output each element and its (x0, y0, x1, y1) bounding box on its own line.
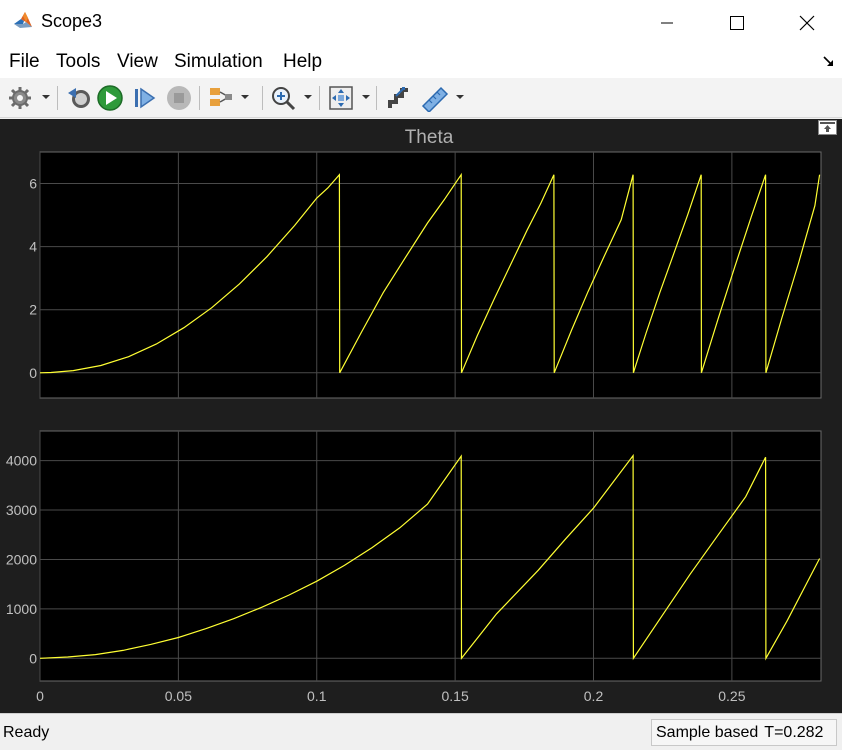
minimize-button[interactable] (632, 0, 702, 45)
step-forward-button[interactable] (132, 84, 158, 112)
menu-view[interactable]: View (117, 51, 158, 73)
step-back-button[interactable] (65, 84, 93, 112)
scope-figure (0, 119, 842, 713)
gear-icon (9, 87, 31, 109)
sample-mode-text: Sample based (656, 723, 759, 741)
fit-to-view-button[interactable] (327, 84, 373, 112)
matlab-icon (14, 12, 32, 28)
maximize-button[interactable] (702, 0, 772, 45)
close-button[interactable] (772, 0, 842, 45)
menu-help[interactable]: Help (283, 51, 322, 73)
sim-time-text: T=0.282 (764, 723, 824, 741)
status-sample-info: Sample based T=0.282 (651, 719, 837, 746)
menu-tools[interactable]: Tools (56, 51, 100, 73)
measure-button[interactable] (420, 84, 466, 112)
toolbar-separator (262, 86, 263, 110)
toolbar-separator (376, 86, 377, 110)
fit-to-view-dropdown-icon[interactable] (362, 95, 370, 99)
minimize-icon (661, 22, 673, 23)
zoom-in-icon (272, 87, 296, 111)
stop-icon (167, 86, 191, 110)
cursor-measure-icon (388, 87, 408, 108)
undock-icon[interactable] (818, 120, 837, 135)
status-text: Ready (3, 724, 50, 741)
toolbar-separator (199, 86, 200, 110)
zoom-button[interactable] (270, 84, 316, 112)
maximize-icon (730, 15, 744, 30)
step-back-icon (68, 88, 90, 108)
menu-file[interactable]: File (9, 51, 40, 73)
close-icon (799, 15, 815, 30)
stop-button[interactable] (166, 84, 192, 112)
zoom-dropdown-icon[interactable] (304, 95, 312, 99)
signal-select-dropdown-icon[interactable] (241, 95, 249, 99)
settings-button[interactable] (8, 84, 54, 112)
menu-bar: File Tools View Simulation Help (0, 45, 842, 78)
dock-arrow-icon[interactable] (822, 55, 836, 69)
toolbar-separator (57, 86, 58, 110)
signal-select-icon (210, 88, 232, 106)
toolbar (0, 78, 842, 118)
menu-simulation[interactable]: Simulation (174, 51, 263, 73)
axes-title: Theta (404, 127, 454, 148)
measure-dropdown-icon[interactable] (456, 95, 464, 99)
title-bar: Scope3 (0, 0, 842, 45)
step-forward-icon (135, 87, 156, 109)
settings-dropdown-icon[interactable] (42, 95, 50, 99)
signal-select-button[interactable] (207, 84, 253, 112)
window-title: Scope3 (41, 11, 103, 31)
fit-to-view-icon (329, 86, 353, 110)
run-button[interactable] (96, 84, 124, 112)
cursor-measure-button[interactable] (384, 84, 412, 112)
status-bar: Ready Sample based T=0.282 (0, 713, 842, 750)
run-icon (97, 85, 123, 111)
ruler-measure-icon (421, 86, 449, 112)
toolbar-separator (319, 86, 320, 110)
